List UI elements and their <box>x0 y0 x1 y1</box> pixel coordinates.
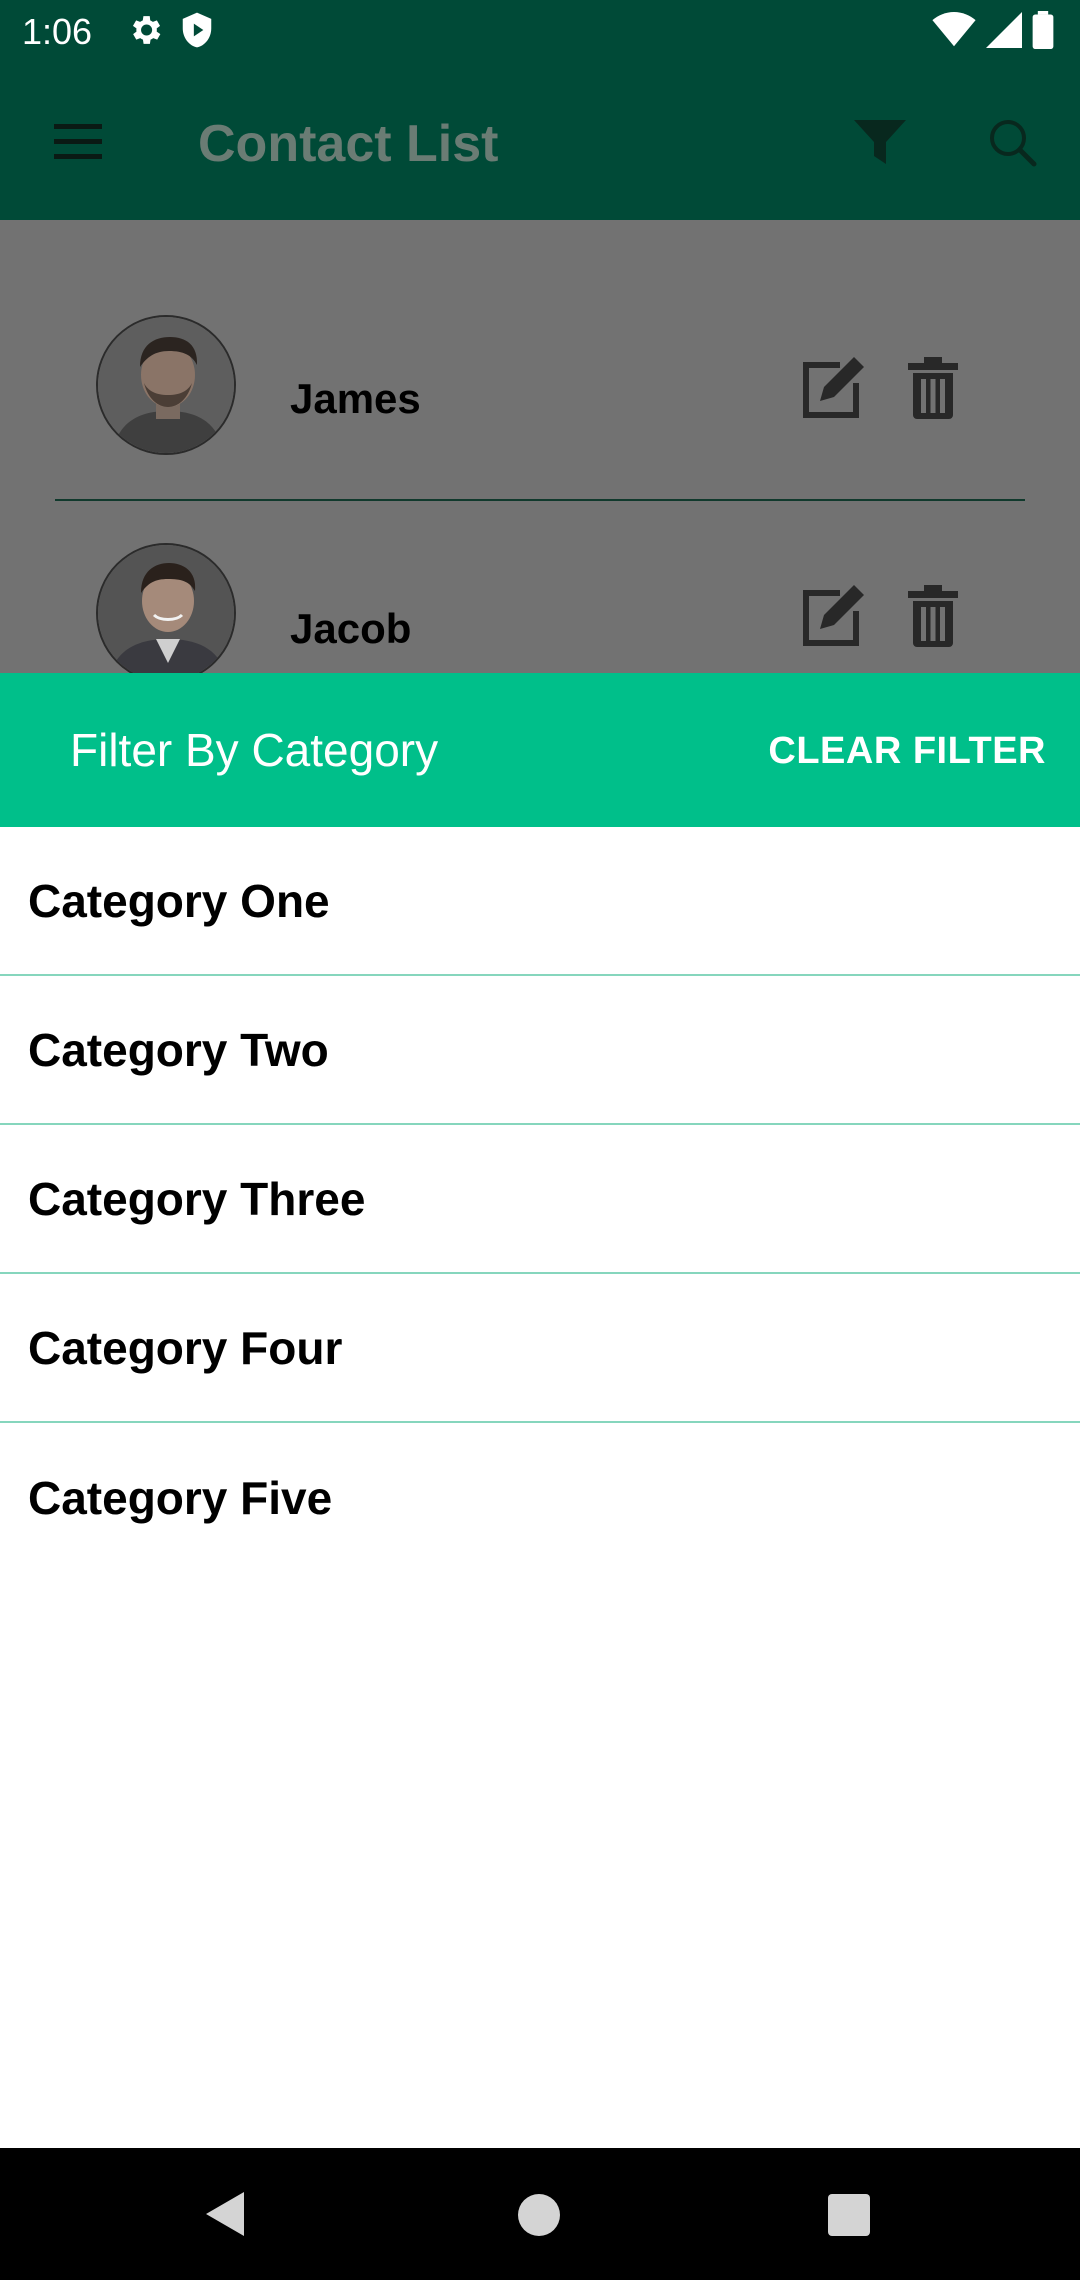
search-icon[interactable] <box>986 116 1038 168</box>
menu-icon[interactable] <box>52 120 104 164</box>
signal-icon <box>986 11 1022 53</box>
divider <box>55 499 1025 501</box>
edit-icon[interactable] <box>800 355 866 421</box>
delete-icon[interactable] <box>908 357 958 419</box>
avatar <box>96 543 236 673</box>
filter-sheet-header: Filter By Category CLEAR FILTER <box>0 673 1080 827</box>
filter-icon[interactable] <box>852 116 908 168</box>
category-label: Category Two <box>28 1023 329 1076</box>
status-bar: 1:06 <box>0 0 1080 64</box>
edit-icon[interactable] <box>800 583 866 649</box>
category-list: Category One Category Two Category Three… <box>0 827 1080 2148</box>
category-label: Category Five <box>28 1471 333 1524</box>
wifi-icon <box>932 11 976 53</box>
page-title: Contact List <box>198 115 499 173</box>
navigation-bar <box>0 2148 1080 2280</box>
contact-list: James Jacob <box>0 220 1080 673</box>
recents-icon[interactable] <box>828 2194 870 2236</box>
back-icon[interactable] <box>204 2190 248 2238</box>
category-label: Category Three <box>28 1172 366 1225</box>
category-label: Category One <box>28 874 330 927</box>
battery-icon <box>1032 10 1054 54</box>
category-item-two[interactable]: Category Two <box>0 976 1080 1125</box>
list-item[interactable]: James <box>0 315 1080 505</box>
avatar <box>96 315 236 455</box>
status-right-icons <box>932 10 1054 54</box>
category-item-three[interactable]: Category Three <box>0 1125 1080 1274</box>
category-item-five[interactable]: Category Five <box>0 1423 1080 1572</box>
status-time: 1:06 <box>22 11 93 52</box>
filter-sheet-title: Filter By Category <box>70 724 439 776</box>
settings-icon <box>126 11 164 54</box>
status-left-icons <box>126 12 214 52</box>
category-label: Category Four <box>28 1321 343 1374</box>
clear-filter-button[interactable]: CLEAR FILTER <box>768 728 1046 774</box>
delete-icon[interactable] <box>908 585 958 647</box>
home-icon[interactable] <box>518 2194 560 2236</box>
contact-name: James <box>290 375 421 422</box>
category-item-one[interactable]: Category One <box>0 827 1080 976</box>
category-item-four[interactable]: Category Four <box>0 1274 1080 1423</box>
contact-name: Jacob <box>290 605 412 652</box>
list-item[interactable]: Jacob <box>0 543 1080 673</box>
app-bar: Contact List <box>0 64 1080 220</box>
shield-icon <box>180 11 214 54</box>
